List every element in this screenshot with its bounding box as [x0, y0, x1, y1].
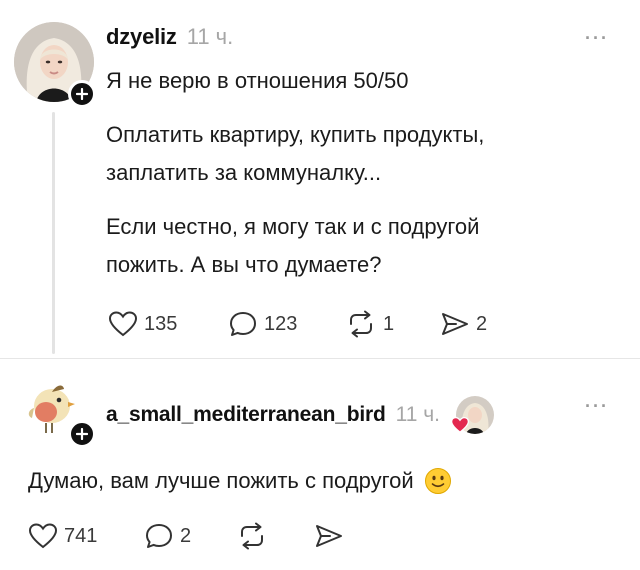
post-line-4: Если честно, я могу так и с подругой: [106, 214, 480, 239]
plus-icon: [76, 88, 88, 100]
like-button[interactable]: 135: [108, 310, 177, 338]
repost-icon: [241, 522, 263, 550]
comment-bubble-icon: [146, 524, 172, 548]
slightly-smiling-face-icon: [424, 468, 451, 494]
reply-text: Думаю, вам лучше пожить с подругой: [28, 468, 414, 493]
post-line-5: пожить. А вы что думаете?: [106, 252, 382, 277]
heart-icon: [28, 523, 58, 549]
like-count: 135: [144, 312, 178, 335]
more-options-button[interactable]: ···: [585, 28, 609, 49]
reply-username[interactable]: a_small_mediterranean_bird: [106, 403, 386, 427]
comment-button[interactable]: 123: [228, 310, 297, 338]
repost-button[interactable]: 1: [345, 310, 394, 338]
post-line-1: Я не верю в отношения 50/50: [106, 68, 409, 93]
post-line-3: заплатить за коммуналку...: [106, 160, 382, 185]
reply-comment-button[interactable]: 2: [144, 522, 191, 550]
heart-icon: [108, 311, 138, 337]
divider: [0, 358, 640, 359]
follow-button[interactable]: [68, 80, 96, 108]
comment-count: 123: [264, 312, 298, 335]
reply-like-button[interactable]: 741: [28, 522, 97, 550]
username[interactable]: dzyeliz: [106, 24, 177, 50]
send-icon: [316, 525, 342, 547]
post-time: 11 ч.: [186, 24, 234, 49]
reply-like-count: 741: [64, 524, 98, 547]
reply-share-button[interactable]: [314, 522, 344, 550]
reply-comment-count: 2: [180, 524, 192, 547]
reply-repost-button[interactable]: [236, 522, 268, 550]
thread-line: [52, 112, 55, 354]
send-icon: [442, 313, 468, 335]
share-count: 2: [476, 312, 488, 335]
repost-count: 1: [383, 312, 395, 335]
reply-time: 11 ч.: [395, 403, 441, 426]
reply-follow-button[interactable]: [68, 420, 96, 448]
plus-icon: [76, 428, 88, 440]
share-button[interactable]: 2: [440, 310, 487, 338]
reply-more-options-button[interactable]: ···: [585, 396, 609, 417]
comment-bubble-icon: [230, 312, 256, 336]
author-liked-badge: [450, 396, 495, 434]
repost-icon: [350, 310, 372, 338]
heart-icon: [451, 416, 470, 433]
post-line-2: Оплатить квартиру, купить продукты,: [106, 122, 485, 147]
